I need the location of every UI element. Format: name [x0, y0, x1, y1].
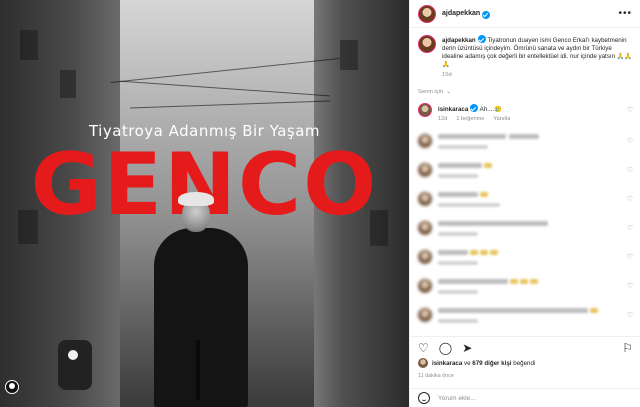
verified-badge-icon [477, 35, 486, 43]
comments-scroll-area[interactable]: ajdapekkan Tiyatronun duayen ismi Genco … [410, 28, 640, 336]
posted-ago[interactable]: 11 dakika önce [418, 373, 454, 379]
comment-item-blurred: ♡ [410, 163, 640, 180]
comment-item-blurred: ♡ [410, 134, 640, 151]
likes-others[interactable]: 679 diğer kişi [472, 360, 511, 367]
post-header: ajdapekkan ••• [410, 0, 640, 28]
bookmark-save-icon[interactable]: ⚐ [622, 342, 633, 354]
heart-icon[interactable]: ♡ [627, 195, 633, 203]
post-photo[interactable]: Tiyatroya Adanmış Bir Yaşam GENCO [0, 0, 409, 407]
likes-user[interactable]: isinkaraca [432, 360, 462, 367]
instagram-post-view: Tiyatroya Adanmış Bir Yaşam GENCO ajdape… [0, 0, 640, 407]
avatar[interactable] [418, 163, 432, 177]
avatar[interactable] [418, 250, 432, 264]
avatar[interactable] [418, 308, 432, 322]
more-horizontal-icon[interactable]: ••• [618, 8, 632, 19]
share-send-icon[interactable]: ➤ [462, 342, 472, 354]
comment-item-blurred: ♡ [410, 221, 640, 238]
comment-time[interactable]: 12d [438, 116, 447, 122]
caption-username[interactable]: ajdapekkan [442, 37, 476, 44]
comment-item-blurred: ♡ [410, 192, 640, 209]
post-actions-bar: ♡ ◯ ➤ ⚐ [410, 336, 640, 358]
user-tag-icon[interactable] [5, 380, 19, 394]
avatar[interactable] [418, 192, 432, 206]
comment-item-blurred: ♡ [410, 308, 640, 325]
window [60, 70, 76, 98]
post-caption: ajdapekkan Tiyatronun duayen ismi Genco … [410, 28, 640, 69]
for-you-sort[interactable]: Senin için ⌄ [418, 88, 640, 96]
comment-username[interactable]: isinkaraca [438, 106, 468, 113]
avatar[interactable] [418, 134, 432, 148]
comment-item-blurred: ♡ [410, 279, 640, 296]
verified-badge-icon [482, 10, 491, 19]
heart-icon[interactable]: ♡ [627, 282, 633, 290]
post-side-panel: ajdapekkan ••• ajdapekkan Tiyatronun dua… [409, 0, 640, 407]
verified-badge-icon [470, 104, 479, 112]
comment-text: Ah....🥲 [479, 106, 502, 113]
likes-summary[interactable]: isinkaraca ve 679 diğer kişi beğendi [418, 358, 535, 368]
likes-suffix: beğendi [513, 359, 536, 367]
comment-likes[interactable]: 1 beğenme [456, 116, 484, 122]
emoji-smile-icon[interactable] [418, 392, 430, 404]
for-you-label: Senin için [418, 88, 444, 95]
avatar[interactable] [418, 4, 436, 23]
avatar[interactable] [418, 279, 432, 293]
heart-icon[interactable]: ♡ [627, 166, 633, 174]
heart-icon[interactable]: ♡ [627, 137, 633, 145]
comment-item-blurred: ♡ [410, 250, 640, 267]
comment-bubble-icon[interactable]: ◯ [439, 342, 452, 354]
comment-input[interactable] [438, 394, 618, 402]
like-heart-icon[interactable]: ♡ [418, 342, 429, 354]
heart-icon[interactable]: ♡ [627, 253, 633, 261]
heart-icon[interactable]: ♡ [627, 224, 633, 232]
likes-conjunction: ve [464, 359, 471, 367]
man-in-black-coat [150, 190, 250, 407]
motorbike [58, 340, 92, 390]
caption-text: ajdapekkan Tiyatronun duayen ismi Genco … [442, 34, 633, 69]
post-username[interactable]: ajdapekkan [442, 10, 480, 17]
motorbike-headlight [68, 350, 78, 360]
avatar[interactable] [418, 221, 432, 235]
chevron-down-icon: ⌄ [446, 89, 452, 95]
avatar[interactable] [418, 103, 432, 117]
heart-icon[interactable]: ♡ [627, 311, 633, 319]
window [20, 30, 38, 60]
window [340, 40, 358, 70]
comment-item: isinkaraca Ah....🥲 12d 1 beğenme Yanıtla… [410, 103, 640, 122]
reply-button[interactable]: Yanıtla [493, 116, 510, 122]
heart-icon[interactable]: ♡ [627, 106, 633, 114]
avatar [418, 358, 428, 368]
caption-time[interactable]: 15d [442, 72, 640, 78]
add-comment-bar [410, 388, 640, 407]
avatar[interactable] [418, 35, 436, 53]
